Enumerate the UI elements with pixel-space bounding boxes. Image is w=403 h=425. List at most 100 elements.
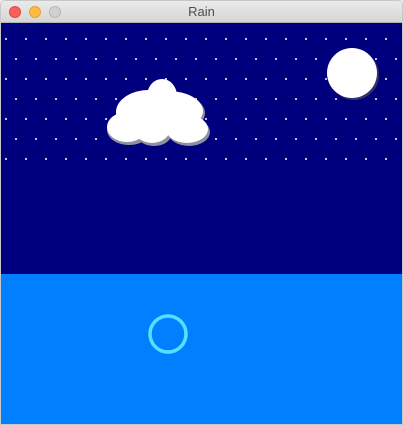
raindrop [245, 78, 247, 80]
raindrop [125, 158, 127, 160]
raindrop [315, 138, 317, 140]
raindrop [305, 118, 307, 120]
raindrop [255, 98, 257, 100]
raindrop [185, 78, 187, 80]
raindrop [295, 98, 297, 100]
sea [1, 274, 402, 424]
raindrop [295, 138, 297, 140]
raindrop [105, 78, 107, 80]
raindrop [85, 158, 87, 160]
raindrop [275, 98, 277, 100]
raindrop [345, 118, 347, 120]
raindrop [145, 38, 147, 40]
raindrop [155, 58, 157, 60]
raindrop [185, 38, 187, 40]
raindrop [345, 158, 347, 160]
raindrop [275, 58, 277, 60]
raindrop [395, 138, 397, 140]
raindrop [395, 98, 397, 100]
raindrop [5, 38, 7, 40]
title-bar[interactable]: Rain [1, 1, 402, 23]
raindrop [315, 58, 317, 60]
raindrop [55, 58, 57, 60]
raindrop [125, 38, 127, 40]
raindrop [165, 38, 167, 40]
raindrop [115, 58, 117, 60]
raindrop [15, 138, 17, 140]
raindrop [385, 38, 387, 40]
raindrop [385, 158, 387, 160]
game-canvas[interactable] [1, 23, 402, 424]
raindrop [75, 138, 77, 140]
raindrop [215, 138, 217, 140]
raindrop [15, 58, 17, 60]
raindrop [205, 118, 207, 120]
raindrop [205, 158, 207, 160]
raindrop [295, 58, 297, 60]
app-window: Rain [0, 0, 403, 425]
raindrop [75, 58, 77, 60]
raindrop [65, 78, 67, 80]
raindrop [45, 118, 47, 120]
raindrop [45, 158, 47, 160]
raindrop [255, 138, 257, 140]
moon-disc [327, 48, 377, 98]
raindrop [105, 158, 107, 160]
raindrop [305, 78, 307, 80]
raindrop [225, 78, 227, 80]
raindrop [145, 158, 147, 160]
raindrop [5, 118, 7, 120]
raindrop [285, 158, 287, 160]
raindrop [265, 78, 267, 80]
raindrop [45, 38, 47, 40]
raindrop [245, 38, 247, 40]
raindrop [5, 78, 7, 80]
raindrop [385, 78, 387, 80]
raindrop [285, 78, 287, 80]
raindrop [55, 138, 57, 140]
raindrop [375, 138, 377, 140]
raindrop [25, 118, 27, 120]
raindrop [105, 118, 107, 120]
raindrop [215, 98, 217, 100]
raindrop [375, 98, 377, 100]
raindrop [225, 118, 227, 120]
raindrop [85, 78, 87, 80]
raindrop [25, 38, 27, 40]
raindrop [355, 138, 357, 140]
raindrop [55, 98, 57, 100]
raindrop [265, 158, 267, 160]
raindrop [235, 58, 237, 60]
raindrop [335, 98, 337, 100]
raindrop [65, 158, 67, 160]
window-title: Rain [188, 4, 215, 19]
raindrop [215, 58, 217, 60]
raindrop [205, 38, 207, 40]
raindrop [325, 78, 327, 80]
raindrop [15, 98, 17, 100]
raindrop [395, 58, 397, 60]
raindrop [325, 118, 327, 120]
raindrop [25, 78, 27, 80]
raindrop [265, 38, 267, 40]
raindrop [65, 38, 67, 40]
raindrop [325, 158, 327, 160]
raindrop [305, 38, 307, 40]
raindrop [95, 138, 97, 140]
raindrop [85, 118, 87, 120]
raindrop [75, 98, 77, 100]
raindrop [265, 118, 267, 120]
raindrop [275, 138, 277, 140]
raindrop [245, 118, 247, 120]
raindrop [375, 58, 377, 60]
raindrop [35, 58, 37, 60]
raindrop [255, 58, 257, 60]
raindrop [185, 158, 187, 160]
raindrop [365, 158, 367, 160]
raindrop [45, 78, 47, 80]
raindrop [325, 38, 327, 40]
raindrop [135, 58, 137, 60]
raindrop [125, 78, 127, 80]
raindrop [65, 118, 67, 120]
raindrop [35, 98, 37, 100]
